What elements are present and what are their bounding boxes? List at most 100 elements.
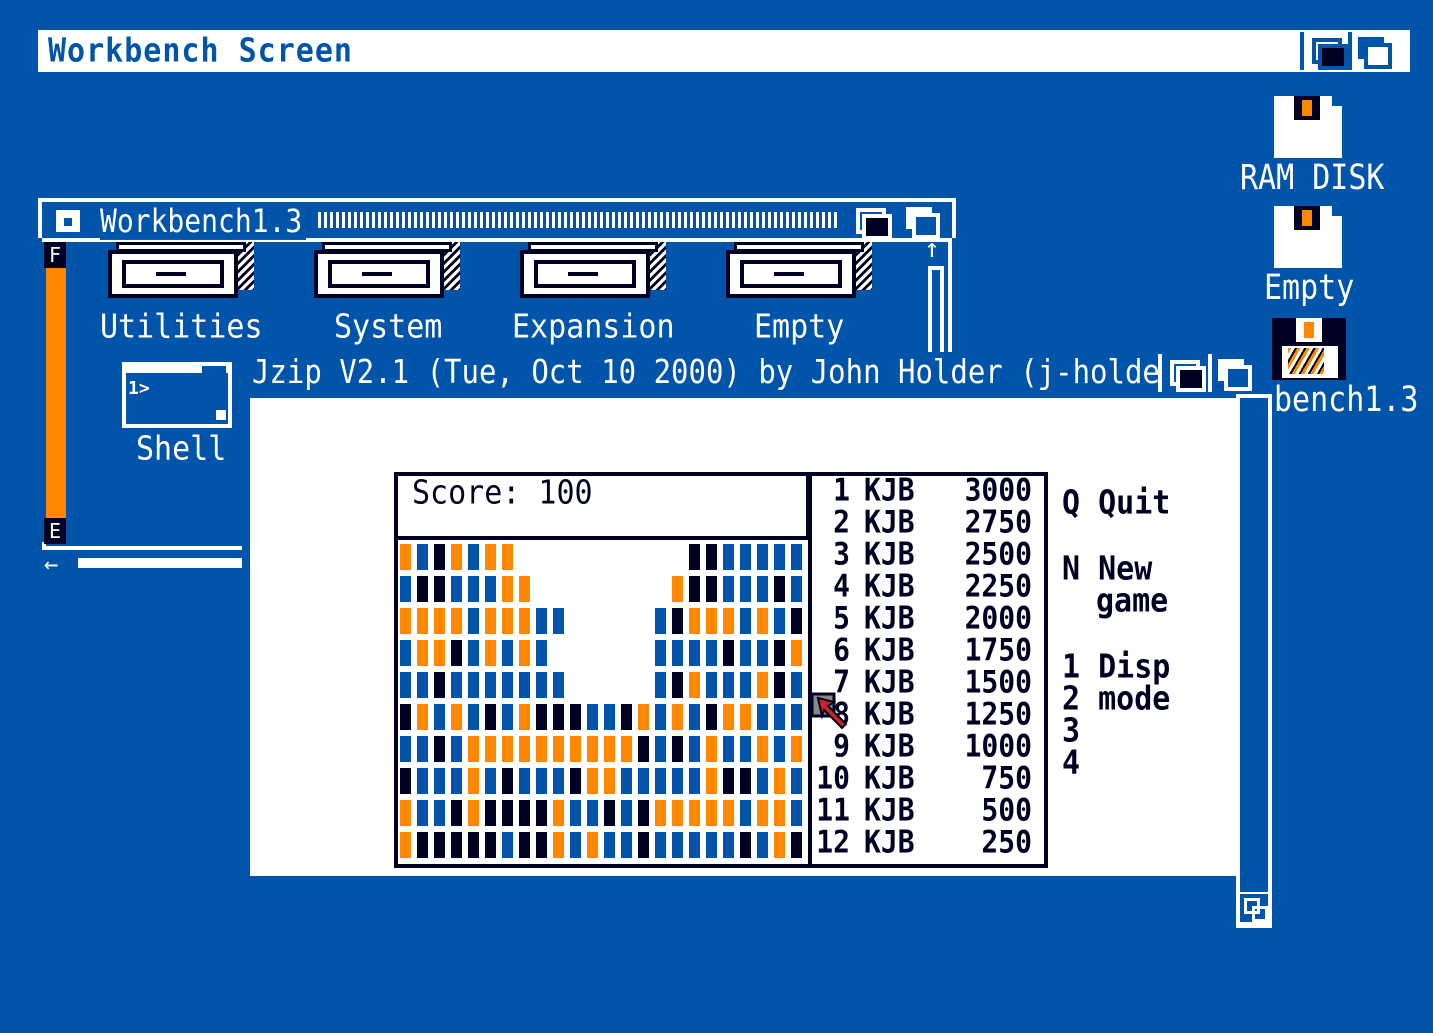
vertical-scroll-knob[interactable] bbox=[928, 266, 944, 356]
drawer-utilities[interactable]: Utilities bbox=[100, 242, 268, 352]
jzip-depth-back-gadget[interactable] bbox=[1158, 354, 1206, 392]
tile[interactable] bbox=[655, 736, 666, 762]
drawer-system[interactable]: System bbox=[314, 242, 474, 352]
tile[interactable] bbox=[502, 800, 513, 826]
tile[interactable] bbox=[774, 704, 785, 730]
tile[interactable] bbox=[757, 608, 768, 634]
tile[interactable] bbox=[400, 736, 411, 762]
tile[interactable] bbox=[672, 704, 683, 730]
tile[interactable] bbox=[689, 544, 700, 570]
tile[interactable] bbox=[536, 832, 547, 858]
tile[interactable] bbox=[689, 608, 700, 634]
tile[interactable] bbox=[672, 576, 683, 602]
tile[interactable] bbox=[723, 704, 734, 730]
tile[interactable] bbox=[638, 704, 649, 730]
tile[interactable] bbox=[451, 832, 462, 858]
tile[interactable] bbox=[672, 672, 683, 698]
tile[interactable] bbox=[604, 768, 615, 794]
tile[interactable] bbox=[689, 832, 700, 858]
tile[interactable] bbox=[485, 768, 496, 794]
jzip-window-titlebar[interactable]: Jzip V2.1 (Tue, Oct 10 2000) by John Hol… bbox=[242, 352, 1272, 394]
tile[interactable] bbox=[536, 640, 547, 666]
tile[interactable] bbox=[791, 576, 802, 602]
tile[interactable] bbox=[519, 800, 530, 826]
tile[interactable] bbox=[400, 640, 411, 666]
tile[interactable] bbox=[536, 672, 547, 698]
tile[interactable] bbox=[740, 640, 751, 666]
depth-back-gadget[interactable] bbox=[1300, 32, 1348, 70]
tile[interactable] bbox=[434, 672, 445, 698]
tile[interactable] bbox=[451, 704, 462, 730]
window-depth-front-gadget[interactable] bbox=[900, 202, 944, 239]
tile[interactable] bbox=[417, 704, 428, 730]
tile[interactable] bbox=[672, 640, 683, 666]
tile[interactable] bbox=[791, 800, 802, 826]
tile[interactable] bbox=[706, 544, 717, 570]
tile[interactable] bbox=[757, 736, 768, 762]
workbench-window-titlebar[interactable]: Workbench1.3 bbox=[38, 198, 956, 240]
tile[interactable] bbox=[502, 544, 513, 570]
tile[interactable] bbox=[434, 768, 445, 794]
tile[interactable] bbox=[689, 640, 700, 666]
tile[interactable] bbox=[689, 576, 700, 602]
tile[interactable] bbox=[723, 672, 734, 698]
tile[interactable] bbox=[689, 672, 700, 698]
tile[interactable] bbox=[468, 704, 479, 730]
tile[interactable] bbox=[706, 736, 717, 762]
tile[interactable] bbox=[672, 768, 683, 794]
tile[interactable] bbox=[757, 672, 768, 698]
tile[interactable] bbox=[553, 704, 564, 730]
tile[interactable] bbox=[434, 640, 445, 666]
tile[interactable] bbox=[451, 640, 462, 666]
tile[interactable] bbox=[468, 832, 479, 858]
tile[interactable] bbox=[791, 640, 802, 666]
scroll-up-arrow-icon[interactable]: ↑ bbox=[924, 234, 940, 264]
tile[interactable] bbox=[417, 768, 428, 794]
tile[interactable] bbox=[519, 704, 530, 730]
tile[interactable] bbox=[434, 736, 445, 762]
tile[interactable] bbox=[791, 736, 802, 762]
tile[interactable] bbox=[672, 736, 683, 762]
tile[interactable] bbox=[485, 832, 496, 858]
tile[interactable] bbox=[485, 608, 496, 634]
tile[interactable] bbox=[536, 800, 547, 826]
menu-item-new-game-line2[interactable]: game bbox=[1096, 582, 1168, 621]
tile[interactable] bbox=[553, 736, 564, 762]
tile[interactable] bbox=[417, 640, 428, 666]
tile[interactable] bbox=[553, 800, 564, 826]
tile[interactable] bbox=[519, 576, 530, 602]
tile[interactable] bbox=[774, 640, 785, 666]
tile[interactable] bbox=[723, 640, 734, 666]
tile[interactable] bbox=[723, 736, 734, 762]
tile[interactable] bbox=[417, 832, 428, 858]
tile[interactable] bbox=[723, 608, 734, 634]
tile[interactable] bbox=[706, 576, 717, 602]
drawer-expansion[interactable]: Expansion bbox=[512, 242, 680, 352]
tile[interactable] bbox=[621, 800, 632, 826]
tile[interactable] bbox=[706, 672, 717, 698]
close-gadget-icon[interactable] bbox=[52, 206, 84, 236]
tile[interactable] bbox=[468, 768, 479, 794]
tile[interactable] bbox=[587, 736, 598, 762]
tile[interactable] bbox=[587, 704, 598, 730]
tile[interactable] bbox=[451, 608, 462, 634]
tile[interactable] bbox=[536, 768, 547, 794]
horizontal-scrollbar[interactable]: ← bbox=[42, 546, 254, 578]
tile[interactable] bbox=[638, 768, 649, 794]
tile[interactable] bbox=[468, 672, 479, 698]
tile[interactable] bbox=[536, 736, 547, 762]
tile[interactable] bbox=[723, 768, 734, 794]
jzip-window[interactable]: Score: 100 1 KJB 3000 2 KJB 2750 3 KJB 2500 4 KJB 2… bbox=[242, 352, 1272, 928]
resize-gadget-icon[interactable] bbox=[1240, 894, 1268, 922]
tile[interactable] bbox=[570, 768, 581, 794]
tile[interactable] bbox=[451, 800, 462, 826]
tile[interactable] bbox=[655, 768, 666, 794]
tile[interactable] bbox=[451, 768, 462, 794]
tile[interactable] bbox=[553, 672, 564, 698]
tile[interactable] bbox=[706, 608, 717, 634]
tile[interactable] bbox=[740, 832, 751, 858]
disk-empty[interactable]: Empty bbox=[1236, 206, 1386, 308]
tile[interactable] bbox=[757, 832, 768, 858]
tile[interactable] bbox=[570, 800, 581, 826]
drawer-empty[interactable]: Empty bbox=[726, 242, 886, 352]
